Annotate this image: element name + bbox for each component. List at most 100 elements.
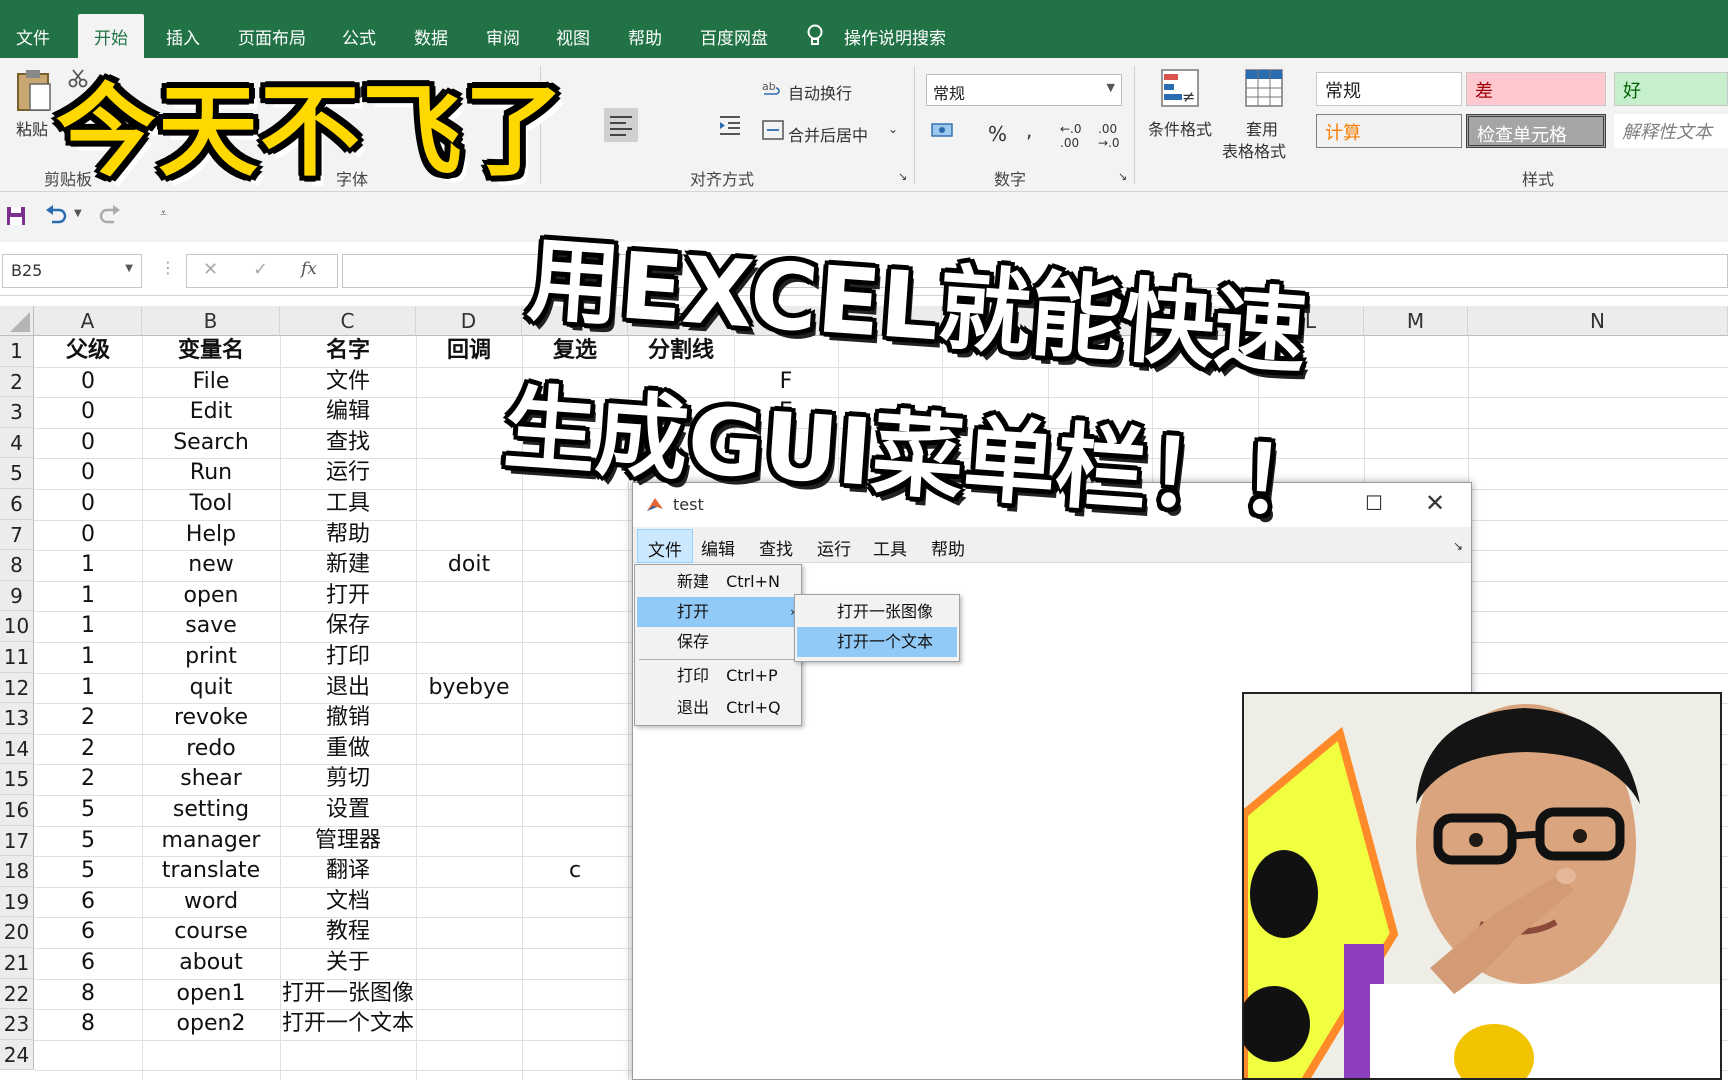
cell-A12[interactable]: 1 <box>34 673 142 704</box>
cell-C8[interactable]: 新建 <box>280 550 416 581</box>
cell-C21[interactable]: 关于 <box>280 948 416 979</box>
cell-A18[interactable]: 5 <box>34 856 142 887</box>
cell-C4[interactable]: 查找 <box>280 428 416 459</box>
cell-C18[interactable]: 翻译 <box>280 856 416 887</box>
row-header[interactable]: 11 <box>0 642 34 673</box>
row-header[interactable]: 1 <box>0 336 34 367</box>
menu-tool[interactable]: 工具 <box>873 535 907 560</box>
cell-A22[interactable]: 8 <box>34 979 142 1010</box>
paste-icon[interactable] <box>14 68 54 114</box>
style-explanatory[interactable]: 解释性文本 <box>1614 114 1728 148</box>
submenu-item-open-text[interactable]: 打开一个文本 <box>797 627 957 657</box>
cell-C20[interactable]: 教程 <box>280 917 416 948</box>
cell-D1[interactable]: 回调 <box>416 336 522 367</box>
menu-file[interactable]: 文件 <box>637 529 693 563</box>
customize-toolbar-icon[interactable]: ⩡ <box>160 206 167 221</box>
cell-B6[interactable]: Tool <box>142 489 280 520</box>
wrap-text-button[interactable]: 自动换行 <box>788 80 852 104</box>
cell-A10[interactable]: 1 <box>34 611 142 642</box>
cell-B1[interactable]: 变量名 <box>142 336 280 367</box>
cell-B21[interactable]: about <box>142 948 280 979</box>
format-as-table-label-1[interactable]: 套用 <box>1246 116 1278 140</box>
select-all-corner[interactable] <box>0 306 34 336</box>
cell-B14[interactable]: redo <box>142 734 280 765</box>
menu-item-new[interactable]: 新建 Ctrl+N <box>637 567 799 597</box>
cell-B11[interactable]: print <box>142 642 280 673</box>
style-bad[interactable]: 差 <box>1466 72 1606 106</box>
menu-search[interactable]: 查找 <box>759 535 793 560</box>
cell-A13[interactable]: 2 <box>34 703 142 734</box>
cell-B16[interactable]: setting <box>142 795 280 826</box>
column-header-M[interactable]: M <box>1364 306 1468 336</box>
cell-C12[interactable]: 退出 <box>280 673 416 704</box>
menu-item-save[interactable]: 保存 <box>637 627 799 657</box>
menu-item-open[interactable]: 打开 › <box>637 597 799 627</box>
cell-A6[interactable]: 0 <box>34 489 142 520</box>
row-header[interactable]: 24 <box>0 1039 34 1071</box>
cell-B8[interactable]: new <box>142 550 280 581</box>
cell-A14[interactable]: 2 <box>34 734 142 765</box>
cell-C11[interactable]: 打印 <box>280 642 416 673</box>
cell-A16[interactable]: 5 <box>34 795 142 826</box>
tab-insert[interactable]: 插入 <box>166 24 200 49</box>
cell-C9[interactable]: 打开 <box>280 581 416 612</box>
cell-A3[interactable]: 0 <box>34 397 142 428</box>
row-header[interactable]: 13 <box>0 703 34 734</box>
submenu-item-open-image[interactable]: 打开一张图像 <box>797 597 957 627</box>
maximize-icon[interactable]: ☐ <box>1365 491 1383 515</box>
cell-B19[interactable]: word <box>142 887 280 918</box>
cell-B12[interactable]: quit <box>142 673 280 704</box>
indent-icon[interactable] <box>718 114 742 136</box>
cell-D8[interactable]: doit <box>416 550 522 581</box>
merge-center-button[interactable]: 合并后居中 <box>788 122 868 146</box>
tab-baidu-netdisk[interactable]: 百度网盘 <box>700 24 768 49</box>
cell-C13[interactable]: 撤销 <box>280 703 416 734</box>
dialog-launcher-icon[interactable]: ↘ <box>1118 170 1127 183</box>
cell-C22[interactable]: 打开一张图像 <box>280 979 416 1010</box>
cell-B17[interactable]: manager <box>142 826 280 857</box>
percent-button[interactable]: % <box>988 122 1007 146</box>
tell-me-search[interactable]: 操作说明搜索 <box>844 24 946 49</box>
row-header[interactable]: 2 <box>0 366 34 398</box>
row-header[interactable]: 23 <box>0 1009 34 1040</box>
cell-B5[interactable]: Run <box>142 458 280 489</box>
cell-B9[interactable]: open <box>142 581 280 612</box>
paste-button[interactable]: 粘贴 <box>16 116 48 140</box>
style-normal[interactable]: 常规 <box>1316 72 1462 106</box>
cell-B23[interactable]: open2 <box>142 1009 280 1040</box>
cell-B4[interactable]: Search <box>142 428 280 459</box>
row-header[interactable]: 22 <box>0 978 34 1010</box>
cell-B20[interactable]: course <box>142 917 280 948</box>
row-header[interactable]: 5 <box>0 458 34 489</box>
cell-A20[interactable]: 6 <box>34 917 142 948</box>
insert-function-icon[interactable]: fx <box>301 259 317 279</box>
chevron-down-icon[interactable]: ▼ <box>74 208 82 219</box>
increase-decimal-icon[interactable]: ←.0.00 <box>1060 122 1082 150</box>
row-header[interactable]: 7 <box>0 519 34 551</box>
undo-icon[interactable] <box>44 204 68 226</box>
cell-C7[interactable]: 帮助 <box>280 520 416 551</box>
row-header[interactable]: 21 <box>0 948 34 979</box>
row-header[interactable]: 16 <box>0 795 34 826</box>
cell-C10[interactable]: 保存 <box>280 611 416 642</box>
cell-A4[interactable]: 0 <box>34 428 142 459</box>
column-header-C[interactable]: C <box>280 306 416 336</box>
cell-C15[interactable]: 剪切 <box>280 764 416 795</box>
cell-A15[interactable]: 2 <box>34 764 142 795</box>
row-header[interactable]: 10 <box>0 611 34 642</box>
cell-E18[interactable]: c <box>522 856 628 887</box>
menu-run[interactable]: 运行 <box>817 535 851 560</box>
cell-B15[interactable]: shear <box>142 764 280 795</box>
dialog-launcher-icon[interactable]: ↘ <box>898 170 907 183</box>
tab-view[interactable]: 视图 <box>556 24 590 49</box>
style-good[interactable]: 好 <box>1614 72 1728 106</box>
cell-C16[interactable]: 设置 <box>280 795 416 826</box>
tab-page-layout[interactable]: 页面布局 <box>238 24 306 49</box>
row-header[interactable]: 19 <box>0 886 34 918</box>
column-header-B[interactable]: B <box>142 306 280 336</box>
tab-formulas[interactable]: 公式 <box>342 24 376 49</box>
row-header[interactable]: 6 <box>0 489 34 520</box>
chevron-down-icon[interactable]: ⌄ <box>888 122 898 136</box>
cell-B13[interactable]: revoke <box>142 703 280 734</box>
toolbar-toggle-icon[interactable]: ↘ <box>1453 539 1463 553</box>
